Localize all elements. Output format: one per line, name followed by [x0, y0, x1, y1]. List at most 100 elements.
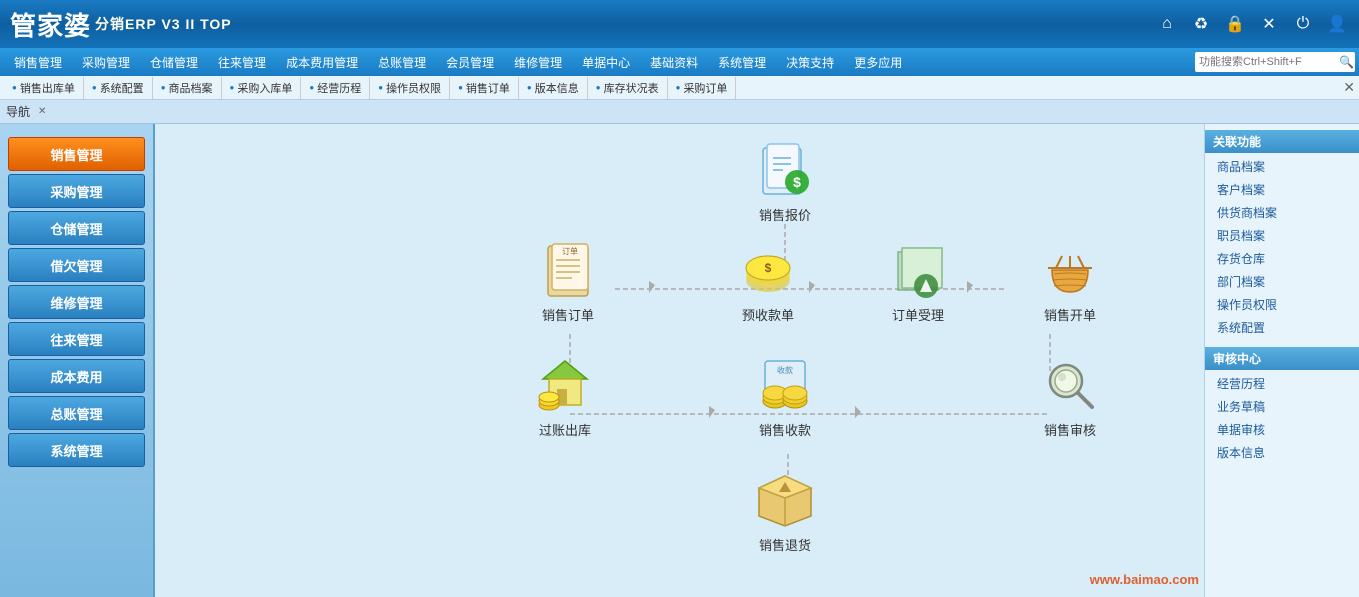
order-accept-icon — [882, 239, 954, 303]
node-payment[interactable]: 收款 销售收款 — [740, 354, 830, 439]
node-label-order-accept: 订单受理 — [892, 305, 944, 324]
header-icons: ⌂ ♻ 🔒 ✕ ⏻ 👤 — [1155, 12, 1349, 36]
center-content: $ 销售报价 订单 — [155, 124, 1204, 597]
sales-open-icon — [1034, 239, 1106, 303]
menu-base[interactable]: 基础资料 — [640, 48, 708, 76]
node-prepay[interactable]: $ 预收款单 — [723, 239, 813, 324]
prepay-icon: $ — [732, 239, 804, 303]
search-input[interactable] — [1199, 56, 1339, 68]
node-label-sales-quote: 销售报价 — [759, 205, 811, 224]
nav-label: 导航 — [6, 103, 30, 120]
transfer-out-icon — [529, 354, 601, 418]
sidebar-item-transactions[interactable]: 往来管理 — [8, 322, 145, 356]
node-label-audit: 销售审核 — [1044, 420, 1096, 439]
menu-sales[interactable]: 销售管理 — [4, 48, 72, 76]
menu-system[interactable]: 系统管理 — [708, 48, 776, 76]
tab-operator[interactable]: 操作员权限 — [370, 77, 450, 99]
tab-history[interactable]: 经营历程 — [301, 77, 370, 99]
node-label-prepay: 预收款单 — [742, 305, 794, 324]
tab-sales-out[interactable]: 销售出库单 — [4, 77, 84, 99]
menu-warehouse[interactable]: 仓储管理 — [140, 48, 208, 76]
user-icon[interactable]: 👤 — [1325, 12, 1349, 36]
menu-member[interactable]: 会员管理 — [436, 48, 504, 76]
svg-text:$: $ — [765, 261, 772, 275]
right-link-dept[interactable]: 部门档案 — [1205, 270, 1359, 293]
navbar-title: 导航 ✕ — [6, 103, 46, 120]
tabbar: 销售出库单 系统配置 商品档案 采购入库单 经营历程 操作员权限 销售订单 版本… — [0, 76, 1359, 100]
svg-text:$: $ — [793, 174, 801, 190]
nav-close-icon[interactable]: ✕ — [38, 106, 46, 117]
right-link-audit[interactable]: 单据审核 — [1205, 418, 1359, 441]
tabbar-close-icon[interactable]: ✕ — [1343, 79, 1355, 96]
sidebar-item-system[interactable]: 系统管理 — [8, 433, 145, 467]
logo: 管家婆 分销ERP V3 II TOP — [10, 6, 232, 43]
menu-transactions[interactable]: 往来管理 — [208, 48, 276, 76]
node-label-return: 销售退货 — [759, 535, 811, 554]
home-icon[interactable]: ⌂ — [1155, 12, 1179, 36]
node-label-payment: 销售收款 — [759, 420, 811, 439]
menu-repair[interactable]: 维修管理 — [504, 48, 572, 76]
sidebar-item-sales[interactable]: 销售管理 — [8, 137, 145, 171]
tab-stock[interactable]: 库存状况表 — [588, 77, 668, 99]
node-transfer-out[interactable]: 过账出库 — [520, 354, 610, 439]
close-icon[interactable]: ✕ — [1257, 12, 1281, 36]
menu-ledger[interactable]: 总账管理 — [368, 48, 436, 76]
tab-version[interactable]: 版本信息 — [519, 77, 588, 99]
logo-main: 管家婆 — [10, 6, 91, 43]
right-link-operator[interactable]: 操作员权限 — [1205, 293, 1359, 316]
tab-purchase-order[interactable]: 采购订单 — [668, 77, 737, 99]
right-link-goods[interactable]: 商品档案 — [1205, 155, 1359, 178]
sidebar-item-warehouse[interactable]: 仓储管理 — [8, 211, 145, 245]
menu-cost[interactable]: 成本费用管理 — [276, 48, 368, 76]
search-box[interactable]: 🔍 — [1195, 52, 1355, 72]
menu-decision[interactable]: 决策支持 — [776, 48, 844, 76]
node-sales-open[interactable]: 销售开单 — [1025, 239, 1115, 324]
tab-purchase-in[interactable]: 采购入库单 — [222, 77, 302, 99]
node-label-transfer-out: 过账出库 — [539, 420, 591, 439]
right-link-version[interactable]: 版本信息 — [1205, 441, 1359, 464]
right-link-history[interactable]: 经营历程 — [1205, 372, 1359, 395]
right-link-staff[interactable]: 职员档案 — [1205, 224, 1359, 247]
right-link-sysconfig[interactable]: 系统配置 — [1205, 316, 1359, 339]
sidebar-item-ledger[interactable]: 总账管理 — [8, 396, 145, 430]
menubar: 销售管理 采购管理 仓储管理 往来管理 成本费用管理 总账管理 会员管理 维修管… — [0, 48, 1359, 76]
sales-order-icon: 订单 — [532, 239, 604, 303]
payment-icon: 收款 — [749, 354, 821, 418]
svg-text:订单: 订单 — [562, 246, 578, 256]
audit-icon — [1034, 354, 1106, 418]
right-link-draft[interactable]: 业务草稿 — [1205, 395, 1359, 418]
header: 管家婆 分销ERP V3 II TOP ⌂ ♻ 🔒 ✕ ⏻ 👤 — [0, 0, 1359, 48]
search-icon[interactable]: 🔍 — [1339, 55, 1354, 69]
sidebar-item-repair[interactable]: 维修管理 — [8, 285, 145, 319]
power-icon[interactable]: ⏻ — [1291, 12, 1315, 36]
node-audit[interactable]: 销售审核 — [1025, 354, 1115, 439]
lock-icon[interactable]: 🔒 — [1223, 12, 1247, 36]
right-section-title-related: 关联功能 — [1205, 130, 1359, 153]
right-link-customer[interactable]: 客户档案 — [1205, 178, 1359, 201]
right-section-title-audit: 审核中心 — [1205, 347, 1359, 370]
right-panel: 关联功能 商品档案 客户档案 供货商档案 职员档案 存货仓库 部门档案 操作员权… — [1204, 124, 1359, 597]
main: 销售管理 采购管理 仓储管理 借欠管理 维修管理 往来管理 成本费用 总账管理 … — [0, 124, 1359, 597]
tab-sales-order[interactable]: 销售订单 — [450, 77, 519, 99]
right-link-warehouse[interactable]: 存货仓库 — [1205, 247, 1359, 270]
return-icon — [749, 469, 821, 533]
menu-more[interactable]: 更多应用 — [844, 48, 912, 76]
sidebar-item-cost[interactable]: 成本费用 — [8, 359, 145, 393]
svg-text:收款: 收款 — [777, 365, 793, 375]
sidebar-item-debt[interactable]: 借欠管理 — [8, 248, 145, 282]
node-sales-order[interactable]: 订单 销售订单 — [523, 239, 613, 324]
logo-sub: 分销ERP V3 II TOP — [95, 14, 232, 34]
right-link-supplier[interactable]: 供货商档案 — [1205, 201, 1359, 224]
tab-goods[interactable]: 商品档案 — [153, 77, 222, 99]
node-label-sales-order: 销售订单 — [542, 305, 594, 324]
node-sales-quote[interactable]: $ 销售报价 — [740, 139, 830, 224]
node-return[interactable]: 销售退货 — [740, 469, 830, 554]
users-icon[interactable]: ♻ — [1189, 12, 1213, 36]
node-label-sales-open: 销售开单 — [1044, 305, 1096, 324]
sidebar: 销售管理 采购管理 仓储管理 借欠管理 维修管理 往来管理 成本费用 总账管理 … — [0, 124, 155, 597]
sidebar-item-purchase[interactable]: 采购管理 — [8, 174, 145, 208]
node-order-accept[interactable]: 订单受理 — [873, 239, 963, 324]
menu-purchase[interactable]: 采购管理 — [72, 48, 140, 76]
menu-voucher[interactable]: 单据中心 — [572, 48, 640, 76]
tab-sys-config[interactable]: 系统配置 — [84, 77, 153, 99]
